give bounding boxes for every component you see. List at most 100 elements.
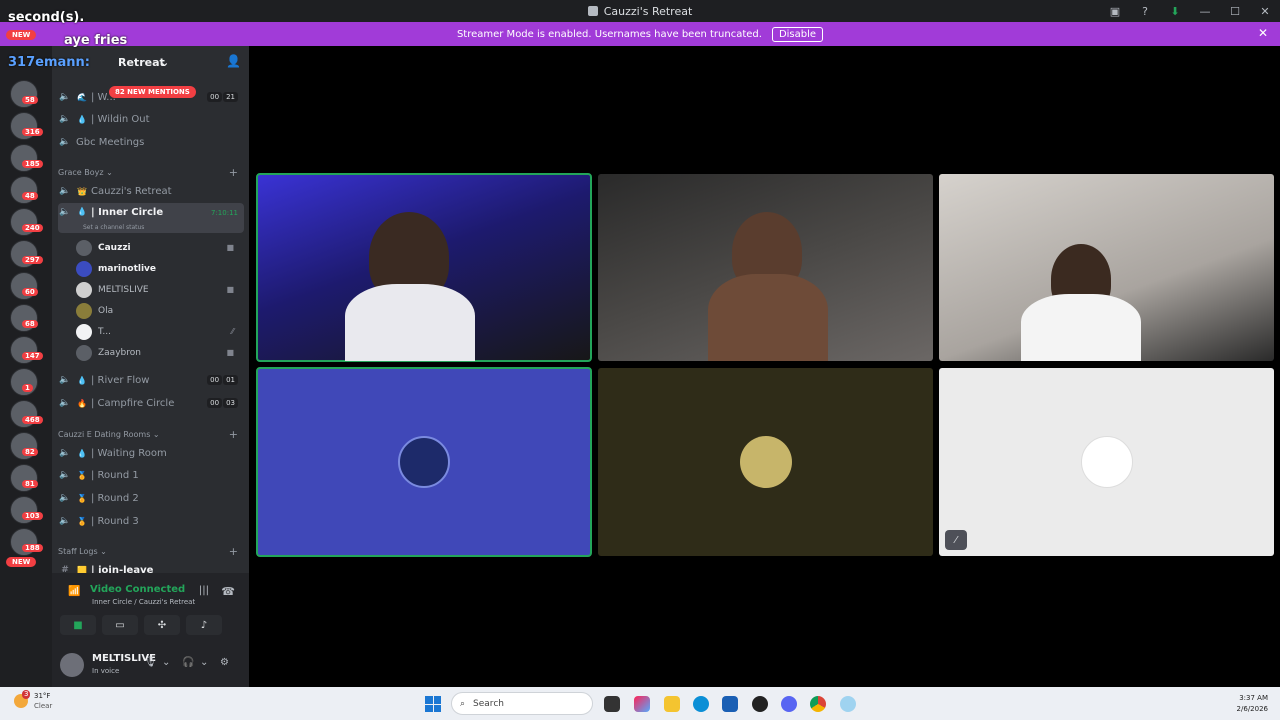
voice-user[interactable]: MELTISLIVE ■ [76,279,242,300]
channel-item[interactable]: 🔈 💧 | Wildin Out [58,109,244,129]
emoji-icon: 🏅 [77,516,87,526]
emoji-icon: 💧 [77,207,87,216]
participant-body [708,274,828,361]
channel-name: | Campfire Circle [91,397,175,409]
category-header[interactable]: Staff Logs ⌄ + [58,545,244,558]
app-icon[interactable] [752,696,768,712]
avatar[interactable] [60,653,84,677]
video-tile[interactable] [598,174,933,361]
avatar [76,239,92,256]
avatar [76,323,92,340]
voice-icon: 🔈 [59,137,71,147]
file-explorer-icon[interactable] [664,696,680,712]
emoji-icon: 👑 [77,186,87,196]
camera-icon: ■ [226,243,234,252]
camera-button[interactable]: ■ [60,615,96,635]
temperature: 31°F [34,692,51,700]
emoji-icon: 🏅 [77,470,87,480]
voice-user[interactable]: Zaaybron ■ [76,342,242,363]
channel-item[interactable]: 🔈 🏅 | Round 2 [58,488,244,508]
banner-text: Streamer Mode is enabled. Usernames have… [456,28,762,40]
channel-item[interactable]: 🔈 💧 | Waiting Room [58,443,244,463]
screen-share-button[interactable]: ▭ [102,615,138,635]
channel-status[interactable]: Set a channel status [83,224,144,231]
connection-location[interactable]: Inner Circle / Cauzzi's Retreat [92,598,195,606]
minimize-button[interactable]: — [1190,5,1220,18]
channel-item[interactable]: 🔈 👑 Cauzzi's Retreat [58,181,244,201]
channel-item[interactable]: 🔈 Gbc Meetings [58,132,244,152]
copilot-icon[interactable] [634,696,650,712]
noise-suppression-icon[interactable]: ||| [199,585,209,596]
video-tile[interactable] [939,174,1274,361]
task-view-icon[interactable] [604,696,620,712]
headphones-icon[interactable]: 🎧 [182,657,194,668]
avatar [76,260,92,277]
category-header[interactable]: Cauzzi E Dating Rooms ⌄ + [58,428,244,441]
video-tile[interactable] [256,173,592,362]
activities-button[interactable]: ✣ [144,615,180,635]
settings-gear-icon[interactable]: ⚙ [220,657,229,668]
inbox-icon[interactable]: ▣ [1100,5,1130,18]
channel-item[interactable]: 🔈 🔥 | Campfire Circle 00 03 [58,393,244,413]
new-pill-bottom[interactable]: NEW [6,557,37,567]
add-channel-icon[interactable]: + [229,166,238,179]
taskbar-search[interactable]: ⌕ Search [451,692,593,715]
category-header[interactable]: Grace Boyz ⌄ + [58,166,244,179]
voice-status: In voice [92,667,120,675]
new-pill-top[interactable]: NEW [6,30,37,40]
start-button[interactable] [425,696,441,712]
channel-name: | Round 3 [91,515,139,527]
channel-item[interactable]: 🔈 🌊 | W... 00 21 [58,87,244,107]
participant-shirt [1021,294,1141,361]
add-channel-icon[interactable]: + [229,545,238,558]
condition: Clear [34,702,53,710]
channel-item[interactable]: 🔈 🏅 | Round 3 [58,511,244,531]
disconnect-icon[interactable]: ☎ [221,585,235,598]
voice-user[interactable]: marinotlive [76,258,242,279]
channel-name: | Waiting Room [91,447,167,459]
add-channel-icon[interactable]: + [229,428,238,441]
video-tile-avatar[interactable] [256,367,592,557]
close-banner-icon[interactable]: ✕ [1258,26,1268,40]
help-icon[interactable]: ? [1130,5,1160,18]
microphone-icon[interactable]: 🎙 [144,657,157,668]
app-icon[interactable] [840,696,856,712]
channel-item[interactable]: 🔈 💧 | River Flow 00 01 [58,370,244,390]
channel-item[interactable]: 🔈 🏅 | Round 1 [58,465,244,485]
voice-user[interactable]: Ola [76,300,242,321]
unread-badge: 60 [22,288,38,296]
avatar [76,344,92,361]
user-count: 00 01 [207,375,238,385]
maximize-button[interactable]: ☐ [1220,5,1250,18]
channel-name: Cauzzi's Retreat [91,185,172,197]
edge-icon[interactable] [693,696,709,712]
disable-streamer-mode-button[interactable]: Disable [771,26,824,42]
channel-name: Gbc Meetings [76,136,145,148]
video-tile-avatar[interactable] [598,368,933,556]
chevron-down-icon[interactable]: ⌄ [162,657,170,668]
call-timer: 7:10:11 [211,209,238,217]
search-placeholder: Search [473,698,504,709]
chrome-icon[interactable] [810,696,826,712]
voice-user[interactable]: T... ⁄⁄ [76,321,242,342]
store-icon[interactable] [722,696,738,712]
soundboard-button[interactable]: ♪ [186,615,222,635]
voice-user[interactable]: Cauzzi ■ [76,237,242,258]
download-icon[interactable]: ⬇ [1160,5,1190,18]
chevron-down-icon[interactable]: ⌄ [200,657,208,668]
system-clock[interactable]: 3:37 AM 2/6/2026 [1237,693,1268,715]
windows-taskbar: 3 31°F Clear ⌕ Search 3:37 AM 2/6/2026 [0,687,1280,720]
overlay-line-1: second(s). [8,10,85,25]
channel-sidebar: Retreat ⌄ 👤 82 NEW MENTIONS 🔈 🌊 | W... 0… [52,46,249,687]
add-member-icon[interactable]: 👤 [226,54,241,68]
voice-icon: 🔈 [59,92,71,102]
unread-badge: 1 [22,384,33,392]
signal-icon[interactable]: 📶 [68,586,80,597]
close-window-button[interactable]: ✕ [1250,5,1280,18]
unread-badge: 147 [22,352,43,360]
channel-item-active[interactable]: 🔈 💧 | Inner Circle 7:10:11 Set a channel… [58,203,244,233]
discord-icon[interactable] [781,696,797,712]
avatar [1080,436,1133,488]
video-tile-avatar[interactable]: ⁄ [939,368,1274,556]
channel-name: | River Flow [91,374,150,386]
